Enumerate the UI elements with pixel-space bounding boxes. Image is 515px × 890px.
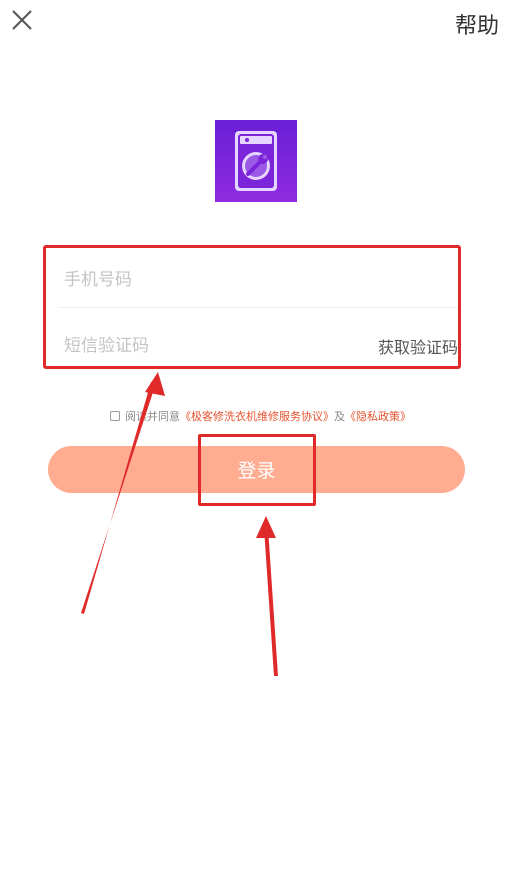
login-button[interactable]: 登录 [48,446,465,493]
get-code-button[interactable]: 获取验证码 [378,334,460,358]
agreement-prefix: 阅读并同意 [125,410,180,423]
help-link[interactable]: 帮助 [455,8,499,40]
washing-machine-wrench-icon [215,120,297,202]
phone-field-row [58,252,460,308]
app-logo [215,120,297,202]
service-agreement-link[interactable]: 《极客修洗衣机维修服务协议》 [180,408,334,424]
privacy-policy-link[interactable]: 《隐私政策》 [345,408,411,424]
agreement-conjunction: 及 [334,410,345,423]
login-button-label: 登录 [237,460,276,482]
red-arrow [264,528,278,676]
agreement-checkbox[interactable] [110,411,120,421]
sms-code-input[interactable] [58,336,378,356]
sms-code-field-row: 获取验证码 [58,318,460,374]
red-arrow-head [145,372,165,396]
close-icon [12,10,32,30]
red-arrow-head [256,516,276,538]
close-button[interactable] [6,4,38,36]
agreement-row: 阅读并同意 《极客修洗衣机维修服务协议》 及 《隐私政策》 [110,406,430,426]
phone-input[interactable] [58,269,460,290]
